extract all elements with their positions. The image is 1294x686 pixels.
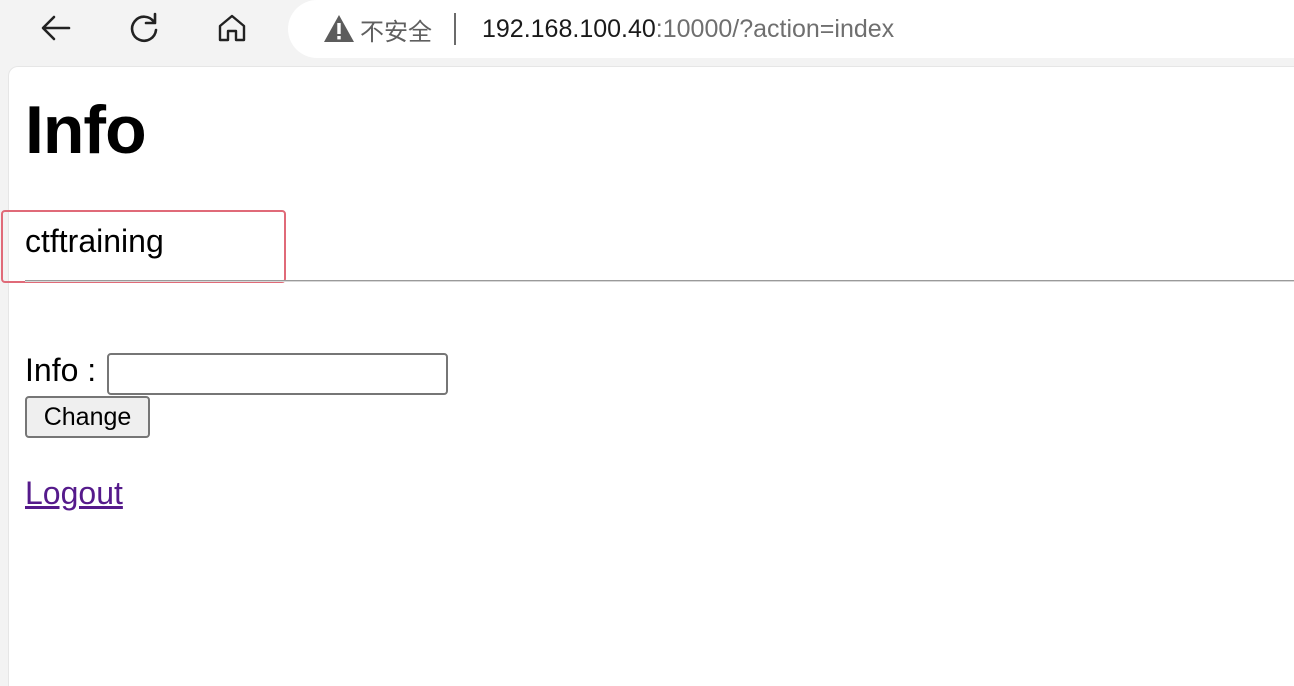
back-button[interactable] <box>34 6 78 50</box>
change-button[interactable]: Change <box>25 396 150 438</box>
url-text[interactable]: 192.168.100.40:10000/?action=index <box>482 15 894 44</box>
home-button[interactable] <box>210 6 254 50</box>
security-status-label[interactable]: 不安全 <box>360 12 432 47</box>
page-content: Info ctftraining Info : Change Logout <box>1 66 1294 686</box>
warning-triangle-icon[interactable] <box>322 13 356 45</box>
reload-button[interactable] <box>122 6 166 50</box>
url-host: 192.168.100.40 <box>482 14 656 43</box>
reload-icon <box>130 12 158 43</box>
info-input[interactable] <box>107 353 448 395</box>
address-divider <box>454 13 456 45</box>
logout-link[interactable]: Logout <box>25 475 123 512</box>
arrow-left-icon <box>41 15 71 41</box>
divider-line <box>25 280 1294 282</box>
browser-toolbar: 不安全 192.168.100.40:10000/?action=index <box>0 0 1294 60</box>
address-bar[interactable]: 不安全 192.168.100.40:10000/?action=index <box>288 0 1294 58</box>
page-title: Info <box>25 92 147 168</box>
info-value: ctftraining <box>25 223 164 259</box>
url-path: :10000/?action=index <box>655 14 895 43</box>
home-icon <box>218 14 246 42</box>
info-label: Info : <box>25 352 97 388</box>
